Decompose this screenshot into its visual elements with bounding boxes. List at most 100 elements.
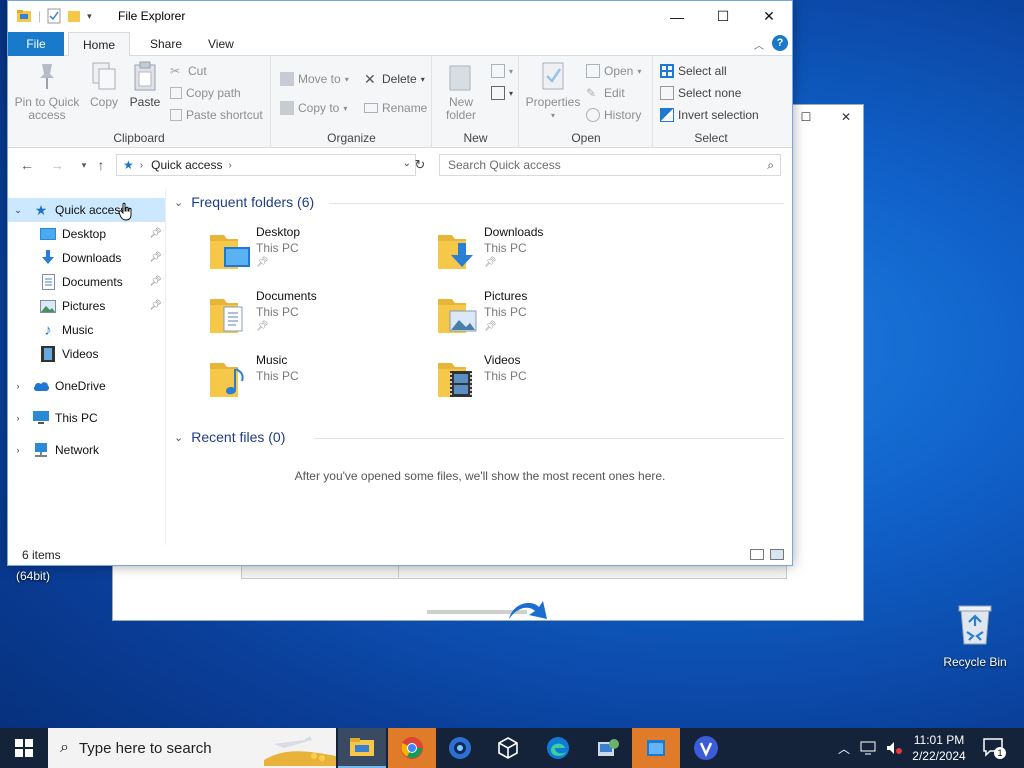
pin-to-quick-access-button[interactable]: Pin to Quick access: [14, 60, 80, 122]
forward-arrow-icon[interactable]: →: [48, 156, 66, 174]
easy-access-button[interactable]: ▾: [491, 84, 513, 102]
bg-close-icon[interactable]: ✕: [839, 110, 853, 124]
select-all-button[interactable]: Select all: [660, 62, 727, 80]
taskbar-app-window[interactable]: [632, 728, 680, 768]
collapse-ribbon-icon[interactable]: ︿: [754, 37, 764, 52]
tab-view[interactable]: View: [194, 32, 248, 56]
expand-chevron-icon[interactable]: ›: [11, 413, 25, 423]
new-folder-icon: [449, 65, 471, 91]
frequent-folders-header[interactable]: ⌄ Frequent folders (6): [174, 194, 784, 210]
folder-tile-pictures[interactable]: Pictures This PC 📌︎: [436, 289, 656, 345]
new-folder-button[interactable]: New folder: [441, 60, 481, 122]
volume-muted-icon[interactable]: [886, 741, 903, 755]
back-arrow-icon[interactable]: ←: [18, 156, 36, 174]
taskbar-edge[interactable]: [534, 728, 582, 768]
folder-location: This PC: [484, 241, 527, 255]
pinned-icon[interactable]: 📌︎: [149, 228, 162, 239]
bg-maximize-icon[interactable]: ☐: [799, 110, 813, 124]
properties-qat-icon[interactable]: [47, 8, 61, 24]
new-folder-qat-icon[interactable]: [67, 8, 81, 24]
taskbar-v-app[interactable]: [682, 728, 730, 768]
clock[interactable]: 11:01 PM 2/22/2024: [904, 732, 974, 764]
maximize-button[interactable]: ☐: [700, 1, 746, 32]
nav-item-network[interactable]: › Network: [8, 438, 165, 462]
show-hidden-icons-chevron-icon[interactable]: ︿: [838, 740, 850, 757]
invert-selection-button[interactable]: Invert selection: [660, 106, 759, 124]
recent-files-header[interactable]: ⌄ Recent files (0): [174, 429, 784, 445]
address-bar[interactable]: ★ › Quick access › ⌄: [116, 154, 416, 176]
folder-tile-music[interactable]: Music This PC: [208, 353, 428, 409]
start-button[interactable]: [0, 728, 48, 768]
copy-path-button[interactable]: Copy path: [170, 84, 241, 102]
nav-item-desktop[interactable]: Desktop 📌︎: [8, 222, 165, 246]
folder-tile-downloads[interactable]: Downloads This PC 📌︎: [436, 225, 656, 281]
taskbar-control-panel[interactable]: [584, 728, 632, 768]
network-tray-icon[interactable]: [860, 741, 876, 755]
cut-button[interactable]: ✂ Cut: [170, 62, 207, 80]
nav-item-music[interactable]: ♪ Music: [8, 318, 165, 342]
paste-button[interactable]: Paste: [126, 60, 164, 109]
taskbar-virtualbox[interactable]: [484, 728, 532, 768]
history-button[interactable]: History: [586, 106, 641, 124]
delete-button[interactable]: ✕ Delete ▾: [364, 70, 425, 88]
folder-name: Pictures: [484, 289, 528, 303]
breadcrumb-chevron-icon[interactable]: ›: [140, 160, 143, 171]
taskbar-file-explorer[interactable]: [338, 728, 386, 768]
close-button[interactable]: ✕: [746, 1, 792, 32]
expand-chevron-icon[interactable]: ⌄: [11, 205, 25, 216]
details-view-icon[interactable]: [750, 549, 764, 560]
nav-item-pictures[interactable]: Pictures 📌︎: [8, 294, 165, 318]
select-none-button[interactable]: Select none: [660, 84, 741, 102]
folder-location: This PC: [484, 305, 527, 319]
refresh-icon[interactable]: ↻: [411, 156, 429, 174]
nav-item-quick-access[interactable]: ⌄ ★ Quick access: [8, 198, 165, 222]
taskbar-search-box[interactable]: ⌕ Type here to search: [48, 728, 336, 768]
properties-button[interactable]: Properties ▾: [524, 60, 582, 122]
collapse-chevron-icon[interactable]: ⌄: [174, 196, 183, 209]
pinned-icon[interactable]: 📌︎: [149, 252, 162, 263]
taskbar-app-circle[interactable]: [436, 728, 484, 768]
collapse-chevron-icon[interactable]: ⌄: [174, 431, 183, 444]
rename-icon: [364, 103, 378, 113]
tab-share[interactable]: Share: [136, 32, 196, 56]
breadcrumb-chevron-icon[interactable]: ›: [228, 160, 231, 171]
minimize-button[interactable]: —: [654, 1, 700, 32]
tab-home[interactable]: Home: [68, 32, 131, 57]
large-icons-view-icon[interactable]: [770, 549, 784, 560]
folder-tile-documents[interactable]: Documents This PC 📌︎: [208, 289, 428, 345]
nav-item-onedrive[interactable]: › OneDrive: [8, 374, 165, 398]
folder-tile-desktop[interactable]: Desktop This PC 📌︎: [208, 225, 428, 281]
move-to-button[interactable]: Move to ▾: [280, 70, 349, 88]
view-toggle: [750, 549, 784, 560]
nav-item-documents[interactable]: Documents 📌︎: [8, 270, 165, 294]
new-item-button[interactable]: ▾: [491, 62, 513, 80]
open-button[interactable]: Open ▾: [586, 62, 641, 80]
pinned-icon[interactable]: 📌︎: [149, 276, 162, 287]
rename-button[interactable]: Rename: [364, 99, 427, 117]
edit-button[interactable]: ✎ Edit: [586, 84, 625, 102]
title-bar[interactable]: | ▾ File Explorer — ☐ ✕: [8, 1, 792, 32]
search-box[interactable]: Search Quick access ⌕: [439, 154, 781, 176]
expand-chevron-icon[interactable]: ›: [11, 445, 25, 455]
paste-icon: [134, 61, 156, 91]
paste-shortcut-button[interactable]: Paste shortcut: [170, 106, 263, 124]
recent-locations-icon[interactable]: ▾: [75, 156, 93, 174]
help-icon[interactable]: ?: [772, 35, 788, 51]
desktop-shortcut-label[interactable]: (64bit): [16, 569, 50, 583]
copy-to-button[interactable]: Copy to ▾: [280, 99, 347, 117]
nav-item-this-pc[interactable]: › This PC: [8, 406, 165, 430]
up-arrow-icon[interactable]: ↑: [92, 156, 110, 174]
copy-button[interactable]: Copy: [86, 60, 122, 109]
breadcrumb-quick-access[interactable]: Quick access: [151, 158, 222, 172]
tab-file[interactable]: File: [8, 32, 64, 56]
nav-item-downloads[interactable]: Downloads 📌︎: [8, 246, 165, 270]
taskbar-chrome[interactable]: [388, 728, 436, 768]
expand-chevron-icon[interactable]: ›: [11, 381, 25, 391]
address-dropdown-icon[interactable]: ⌄: [403, 158, 411, 169]
recycle-bin-shortcut[interactable]: Recycle Bin: [940, 602, 1010, 669]
pinned-icon[interactable]: 📌︎: [149, 300, 162, 311]
action-center-button[interactable]: 1: [982, 737, 1006, 759]
customize-qat-icon[interactable]: ▾: [87, 11, 92, 22]
folder-tile-videos[interactable]: Videos This PC: [436, 353, 656, 409]
nav-item-videos[interactable]: Videos: [8, 342, 165, 366]
